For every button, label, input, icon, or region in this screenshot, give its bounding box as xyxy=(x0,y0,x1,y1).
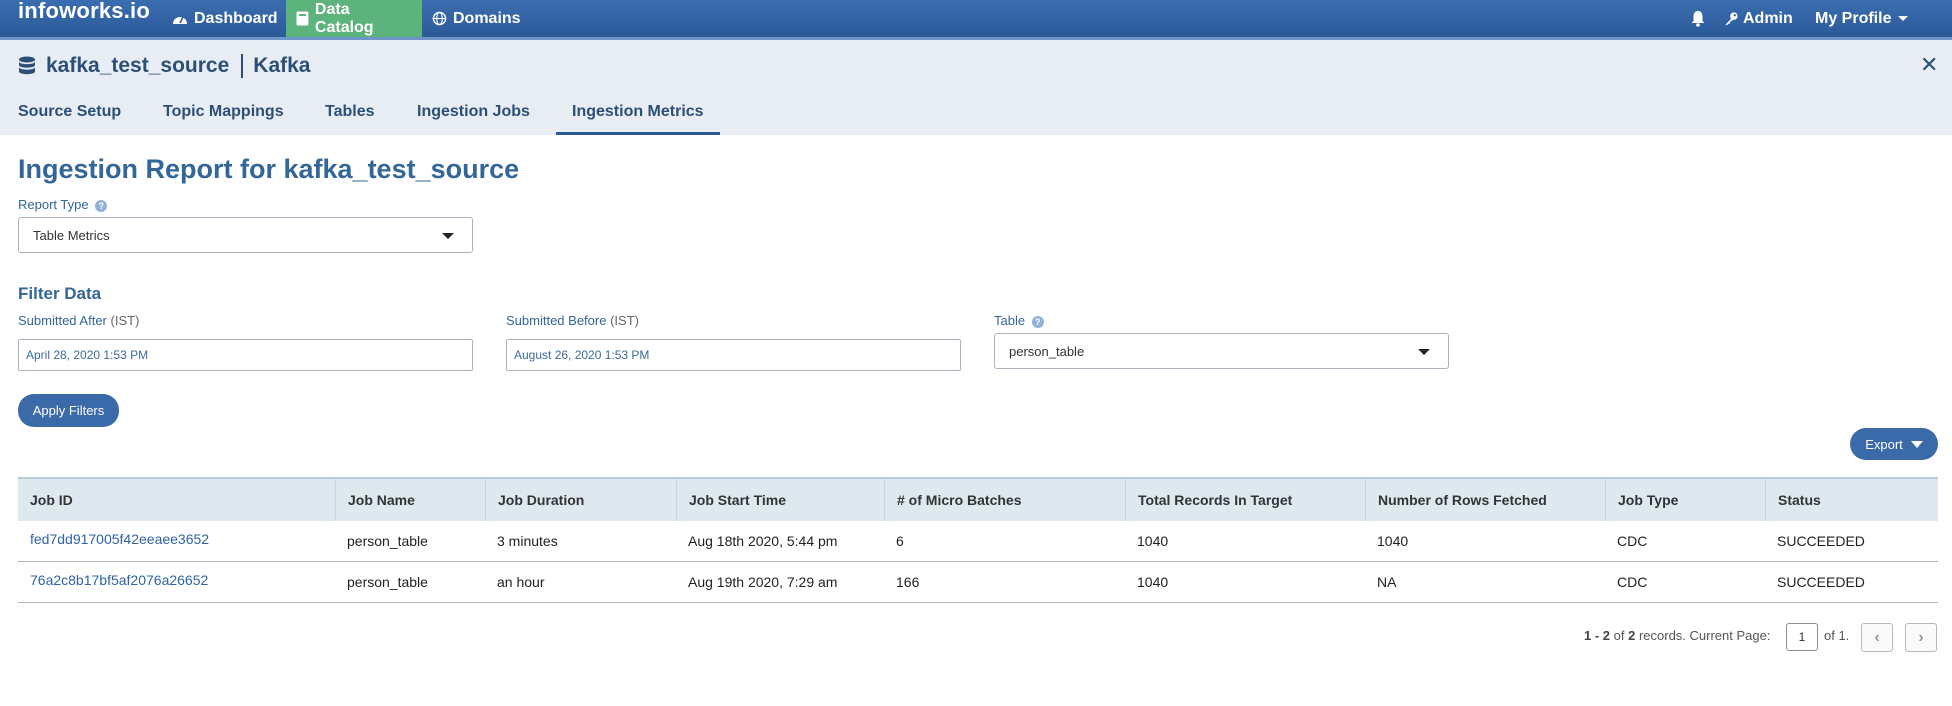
table-filter-label: Table ? xyxy=(994,313,1044,328)
job-duration-cell: 3 minutes xyxy=(497,533,558,549)
col-job-type[interactable]: Job Type xyxy=(1605,479,1765,521)
col-total-records[interactable]: Total Records In Target xyxy=(1125,479,1365,521)
help-icon[interactable]: ? xyxy=(1031,315,1044,328)
database-icon xyxy=(19,56,35,75)
report-type-value: Table Metrics xyxy=(33,227,110,243)
brand-logo[interactable]: infoworks.io xyxy=(18,0,150,24)
chevron-right-icon: › xyxy=(1918,628,1924,646)
dashboard-gauge-icon xyxy=(173,16,187,24)
submitted-before-tz: (IST) xyxy=(610,313,639,328)
caret-down-icon xyxy=(1910,440,1923,448)
table-filter-select[interactable]: person_table xyxy=(994,333,1449,369)
job-id-link[interactable]: 76a2c8b17bf5af2076a26652 xyxy=(18,562,208,602)
col-job-name[interactable]: Job Name xyxy=(335,479,485,521)
source-header: kafka_test_source Kafka ✕ Source Setup T… xyxy=(0,40,1952,135)
submitted-after-input[interactable]: April 28, 2020 1:53 PM xyxy=(18,339,473,371)
top-navbar: infoworks.io Dashboard Data Catalog Doma… xyxy=(0,0,1952,40)
admin-label: Admin xyxy=(1743,9,1793,27)
micro-batches-cell: 6 xyxy=(896,533,904,549)
nav-dashboard-label: Dashboard xyxy=(194,9,278,27)
table-filter-label-text: Table xyxy=(994,313,1026,328)
tab-ingestion-jobs[interactable]: Ingestion Jobs xyxy=(417,96,530,135)
col-status[interactable]: Status xyxy=(1765,479,1938,521)
source-title: kafka_test_source Kafka xyxy=(18,54,310,78)
next-page-button[interactable]: › xyxy=(1905,623,1937,652)
col-job-id[interactable]: Job ID xyxy=(18,479,335,521)
submitted-after-label-text: Submitted After xyxy=(18,313,107,328)
job-type-cell: CDC xyxy=(1617,533,1648,549)
my-profile-menu[interactable]: My Profile xyxy=(1815,0,1909,37)
submitted-before-input[interactable]: August 26, 2020 1:53 PM xyxy=(506,339,961,371)
nav-data-catalog-label: Data Catalog xyxy=(314,0,374,36)
pagination-summary: 1 - 2 of 2 records. Current Page: xyxy=(1584,628,1770,643)
page-title: Ingestion Report for kafka_test_source xyxy=(18,154,520,184)
job-id-link[interactable]: fed7dd917005f42eeaee3652 xyxy=(18,521,209,561)
help-icon[interactable]: ? xyxy=(95,199,108,212)
status-cell: SUCCEEDED xyxy=(1777,533,1865,549)
apply-filters-button[interactable]: Apply Filters xyxy=(18,394,119,427)
rows-fetched-cell: NA xyxy=(1377,574,1397,590)
export-button[interactable]: Export xyxy=(1850,428,1938,460)
job-type-cell: CDC xyxy=(1617,574,1648,590)
title-divider xyxy=(241,54,244,78)
source-name: kafka_test_source xyxy=(46,54,230,77)
bell-icon xyxy=(1691,11,1705,27)
export-label: Export xyxy=(1865,436,1903,452)
report-type-label: Report Type ? xyxy=(18,197,108,212)
total-records-cell: 1040 xyxy=(1137,574,1169,590)
chevron-left-icon: ‹ xyxy=(1874,628,1880,646)
tab-tables[interactable]: Tables xyxy=(325,96,375,135)
tab-topic-mappings[interactable]: Topic Mappings xyxy=(163,96,284,135)
admin-menu[interactable]: Admin xyxy=(1724,0,1793,37)
job-name-cell: person_table xyxy=(347,533,428,549)
total-records-cell: 1040 xyxy=(1137,533,1169,549)
caret-down-icon xyxy=(1898,16,1909,21)
table-header: Job ID Job Name Job Duration Job Start T… xyxy=(18,477,1938,521)
records-text: records. Current Page: xyxy=(1635,628,1771,643)
range-of: of xyxy=(1610,628,1629,643)
rows-fetched-cell: 1040 xyxy=(1377,533,1409,549)
nav-domains-label: Domains xyxy=(453,9,521,27)
nav-data-catalog[interactable]: Data Catalog xyxy=(286,0,422,37)
table-row: fed7dd917005f42eeaee3652 person_table 3 … xyxy=(18,521,1938,562)
nav-domains[interactable]: Domains xyxy=(422,0,531,37)
submitted-after-tz: (IST) xyxy=(110,313,140,328)
dropdown-caret-icon xyxy=(442,233,454,239)
range-sep: - xyxy=(1591,628,1603,643)
close-icon[interactable]: ✕ xyxy=(1920,52,1938,78)
tab-ingestion-metrics[interactable]: Ingestion Metrics xyxy=(556,96,720,135)
page-count: of 1. xyxy=(1824,628,1850,643)
col-micro-batches[interactable]: # of Micro Batches xyxy=(884,479,1125,521)
table-row: 76a2c8b17bf5af2076a26652 person_table an… xyxy=(18,562,1938,603)
col-rows-fetched[interactable]: Number of Rows Fetched xyxy=(1365,479,1605,521)
job-start-time-cell: Aug 18th 2020, 5:44 pm xyxy=(688,533,838,549)
submitted-before-label: Submitted Before (IST) xyxy=(506,313,639,328)
key-icon xyxy=(1725,12,1738,26)
dropdown-caret-icon xyxy=(1418,349,1430,355)
report-type-select[interactable]: Table Metrics xyxy=(18,217,473,253)
globe-icon xyxy=(432,11,447,26)
job-name-cell: person_table xyxy=(347,574,428,590)
tab-source-setup[interactable]: Source Setup xyxy=(18,96,121,135)
current-page-input[interactable]: 1 xyxy=(1786,623,1818,651)
source-type: Kafka xyxy=(253,54,311,77)
col-job-duration[interactable]: Job Duration xyxy=(485,479,676,521)
book-icon xyxy=(296,11,309,26)
my-profile-label: My Profile xyxy=(1815,9,1892,27)
prev-page-button[interactable]: ‹ xyxy=(1861,623,1893,652)
filter-data-heading: Filter Data xyxy=(18,284,102,303)
nav-dashboard[interactable]: Dashboard xyxy=(162,0,288,37)
submitted-before-label-text: Submitted Before xyxy=(506,313,607,328)
table-filter-value: person_table xyxy=(1009,343,1085,359)
submitted-after-label: Submitted After (IST) xyxy=(18,313,139,328)
micro-batches-cell: 166 xyxy=(896,574,920,590)
report-type-label-text: Report Type xyxy=(18,197,89,212)
col-job-start-time[interactable]: Job Start Time xyxy=(676,479,884,521)
range-end: 2 xyxy=(1602,628,1611,643)
job-duration-cell: an hour xyxy=(497,574,545,590)
job-start-time-cell: Aug 19th 2020, 7:29 am xyxy=(688,574,838,590)
status-cell: SUCCEEDED xyxy=(1777,574,1865,590)
notifications-button[interactable] xyxy=(1690,0,1706,37)
